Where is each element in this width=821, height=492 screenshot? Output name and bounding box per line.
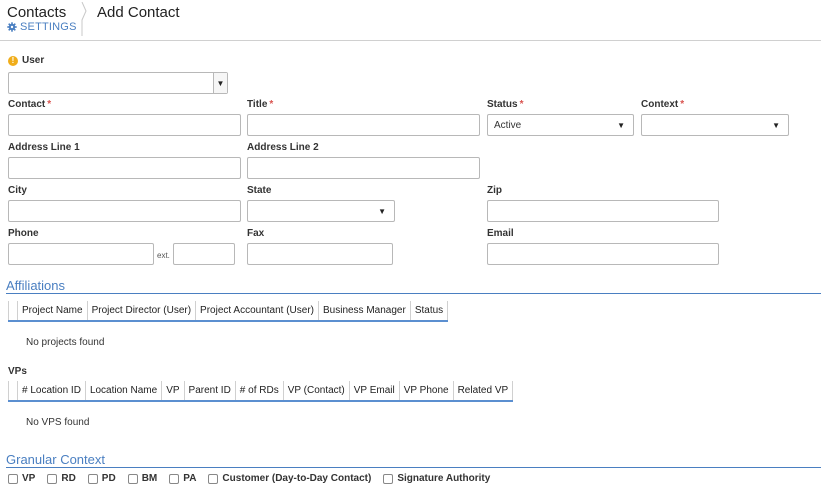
app-title[interactable]: Contacts (7, 4, 66, 21)
checkbox-bm[interactable]: BM (127, 473, 157, 484)
column-header[interactable]: Project Name (18, 301, 88, 320)
user-select[interactable]: ▼ (8, 72, 228, 94)
granular-context-heading: Granular Context (6, 452, 105, 467)
column-header[interactable]: Related VP (454, 381, 514, 400)
checkbox-pa[interactable]: PA (169, 473, 196, 484)
ext-input[interactable] (173, 243, 235, 265)
column-header[interactable]: VP (162, 381, 185, 400)
zip-input[interactable] (487, 200, 719, 222)
caret-down-icon: ▼ (378, 206, 386, 216)
address1-label: Address Line 1 (8, 142, 80, 153)
affiliations-empty-message: No projects found (26, 337, 105, 348)
table-header-spacer (8, 381, 18, 400)
address1-input[interactable] (8, 157, 241, 179)
contact-label: Contact * (8, 99, 52, 110)
checkbox-rd[interactable]: RD (47, 473, 76, 484)
checkbox-box[interactable] (383, 473, 394, 484)
title-label: Title * (247, 99, 274, 110)
column-header[interactable]: Business Manager (319, 301, 411, 320)
contact-input[interactable] (8, 114, 241, 136)
fax-input[interactable] (247, 243, 393, 265)
status-label: Status * (487, 99, 524, 110)
column-header[interactable]: VP Phone (400, 381, 454, 400)
phone-input[interactable] (8, 243, 154, 265)
granular-context-rule (6, 467, 821, 468)
column-header[interactable]: # of RDs (236, 381, 284, 400)
checkbox-box[interactable] (169, 473, 180, 484)
caret-down-icon: ▼ (617, 120, 625, 130)
ext-label: ext. (157, 251, 170, 260)
city-input[interactable] (8, 200, 241, 222)
checkbox-box[interactable] (208, 473, 219, 484)
settings-label: SETTINGS (20, 21, 77, 33)
context-select[interactable]: ▼ (641, 114, 789, 136)
affiliations-rule (6, 293, 821, 294)
city-label: City (8, 185, 27, 196)
affiliations-table-header: Project Name Project Director (User) Pro… (8, 301, 449, 322)
column-header[interactable]: Project Accountant (User) (196, 301, 319, 320)
checkbox-box[interactable] (87, 473, 98, 484)
info-icon: ! (8, 55, 18, 66)
user-label: ! User (8, 55, 44, 66)
checkbox-box[interactable] (8, 473, 18, 484)
breadcrumb-separator-icon (81, 2, 87, 36)
header-divider (0, 40, 821, 41)
address2-input[interactable] (247, 157, 480, 179)
status-select[interactable]: Active ▼ (487, 114, 634, 136)
granular-context-options: VP RD PD BM PA Customer (Day-to-Day Cont… (8, 473, 502, 484)
status-value: Active (494, 119, 522, 131)
column-header[interactable]: VP Email (350, 381, 400, 400)
column-header[interactable]: # Location ID (18, 381, 86, 400)
checkbox-box[interactable] (47, 473, 58, 484)
context-label: Context * (641, 99, 685, 110)
checkbox-vp[interactable]: VP (8, 473, 35, 484)
checkbox-customer[interactable]: Customer (Day-to-Day Contact) (208, 473, 371, 484)
checkbox-signature-authority[interactable]: Signature Authority (383, 473, 490, 484)
checkbox-box[interactable] (127, 473, 138, 484)
address2-label: Address Line 2 (247, 142, 319, 153)
column-header[interactable]: Parent ID (185, 381, 236, 400)
state-select[interactable]: ▼ (247, 200, 395, 222)
gear-icon (7, 22, 17, 32)
column-header[interactable]: VP (Contact) (284, 381, 350, 400)
column-header[interactable]: Status (411, 301, 449, 320)
zip-label: Zip (487, 185, 502, 196)
checkbox-pd[interactable]: PD (87, 473, 116, 484)
table-header-spacer (8, 301, 18, 320)
affiliations-heading: Affiliations (6, 278, 66, 293)
caret-down-icon: ▼ (213, 73, 227, 93)
settings-link[interactable]: SETTINGS (7, 21, 77, 33)
title-input[interactable] (247, 114, 480, 136)
caret-down-icon: ▼ (772, 120, 780, 130)
page-title: Add Contact (97, 4, 180, 21)
phone-label: Phone (8, 228, 39, 239)
email-label: Email (487, 228, 514, 239)
vps-table-header: # Location ID Location Name VP Parent ID… (8, 381, 514, 402)
vps-empty-message: No VPS found (26, 417, 90, 428)
email-input[interactable] (487, 243, 719, 265)
fax-label: Fax (247, 228, 265, 239)
column-header[interactable]: Project Director (User) (88, 301, 197, 320)
column-header[interactable]: Location Name (86, 381, 163, 400)
vps-heading: VPs (8, 366, 27, 377)
state-label: State (247, 185, 272, 196)
